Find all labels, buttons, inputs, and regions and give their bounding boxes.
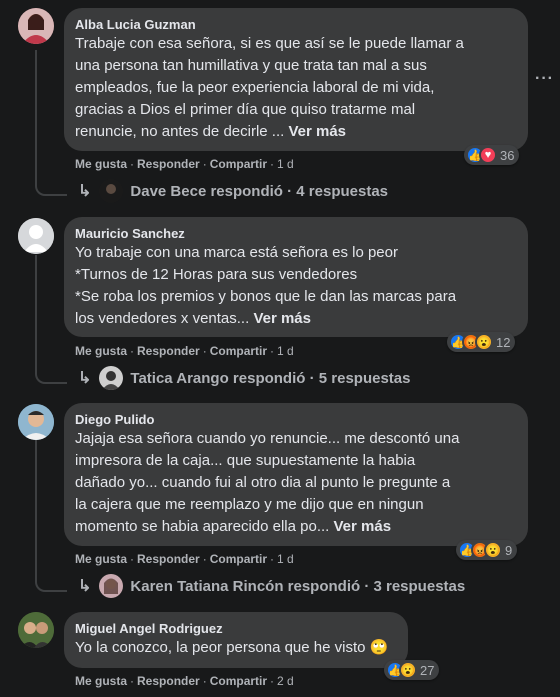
reply-button[interactable]: Responder xyxy=(137,344,200,358)
timestamp[interactable]: 1 d xyxy=(277,552,294,566)
reactions-summary[interactable]: 👍 😡 😮 9 xyxy=(456,540,518,560)
see-more-link[interactable]: Ver más xyxy=(288,123,346,140)
avatar-photo xyxy=(18,612,54,648)
like-button[interactable]: Me gusta xyxy=(75,674,127,688)
avatar-photo xyxy=(18,404,54,440)
comment-text: Yo trabaje con una marca está señora es … xyxy=(75,244,457,327)
reaction-count: 12 xyxy=(496,334,511,350)
reaction-count: 9 xyxy=(505,542,513,558)
comment-text: Trabaje con esa señora, si es que así se… xyxy=(75,35,464,140)
thread-connector xyxy=(35,158,67,196)
like-button[interactable]: Me gusta xyxy=(75,157,127,171)
comment-author[interactable]: Miguel Angel Rodriguez xyxy=(75,620,396,637)
reply-arrow-icon: ↳ xyxy=(78,578,92,595)
thread-line xyxy=(35,440,37,564)
timestamp[interactable]: 2 d xyxy=(277,674,294,688)
timestamp[interactable]: 1 d xyxy=(277,344,294,358)
reply-avatar xyxy=(99,574,124,598)
comment-bubble: Alba Lucia Guzman Trabaje con esa señora… xyxy=(64,8,528,151)
reactions-summary[interactable]: 👍 😡 😮 12 xyxy=(447,332,516,352)
see-more-link[interactable]: Ver más xyxy=(253,310,311,327)
replies-text: Tatica Arango respondió · 5 respuestas xyxy=(130,369,411,387)
reply-avatar xyxy=(99,366,124,390)
thread-connector xyxy=(35,554,67,592)
reply-arrow-icon: ↳ xyxy=(78,370,92,387)
wow-icon: 😮 xyxy=(399,661,417,679)
comment-author[interactable]: Alba Lucia Guzman xyxy=(75,16,516,33)
share-button[interactable]: Compartir xyxy=(210,344,267,358)
replies-text: Dave Bece respondió · 4 respuestas xyxy=(130,182,389,200)
wow-icon: 😮 xyxy=(484,541,502,559)
timestamp[interactable]: 1 d xyxy=(277,157,294,171)
thread-connector xyxy=(35,346,67,384)
comment-text: Yo la conozco, la peor persona que he vi… xyxy=(75,639,389,656)
reply-avatar xyxy=(99,179,124,203)
share-button[interactable]: Compartir xyxy=(210,157,267,171)
wow-icon: 😮 xyxy=(475,333,493,351)
more-options-icon[interactable]: ··· xyxy=(535,70,554,88)
like-button[interactable]: Me gusta xyxy=(75,552,127,566)
comment-actions: Me gusta · Responder · Compartir · 1 d xyxy=(75,157,294,171)
comment-author[interactable]: Mauricio Sanchez xyxy=(75,225,516,242)
avatar[interactable] xyxy=(18,8,54,44)
comment-actions: Me gusta · Responder · Compartir · 1 d xyxy=(75,552,294,566)
reaction-count: 27 xyxy=(420,662,435,678)
reply-button[interactable]: Responder xyxy=(137,157,200,171)
reactions-summary[interactable]: 👍 😮 27 xyxy=(384,660,440,680)
thread-line xyxy=(35,255,37,355)
share-button[interactable]: Compartir xyxy=(210,552,267,566)
view-replies[interactable]: ↳ Karen Tatiana Rincón respondió · 3 res… xyxy=(78,574,465,598)
comment-text: Jajaja esa señora cuando yo renuncie... … xyxy=(75,430,460,535)
comment-bubble: Mauricio Sanchez Yo trabaje con una marc… xyxy=(64,217,528,337)
reaction-count: 36 xyxy=(500,147,515,163)
reply-button[interactable]: Responder xyxy=(137,552,200,566)
comment-actions: Me gusta · Responder · Compartir · 2 d xyxy=(75,674,294,688)
thread-line xyxy=(35,50,37,168)
reactions-summary[interactable]: 👍 ♥ 36 xyxy=(464,145,520,165)
see-more-link[interactable]: Ver más xyxy=(334,518,392,535)
comment-bubble: Miguel Angel Rodriguez Yo la conozco, la… xyxy=(64,612,408,668)
comment-actions: Me gusta · Responder · Compartir · 1 d xyxy=(75,344,294,358)
avatar[interactable] xyxy=(18,612,54,648)
view-replies[interactable]: ↳ Dave Bece respondió · 4 respuestas xyxy=(78,179,388,203)
default-avatar-icon xyxy=(18,218,54,254)
avatar[interactable] xyxy=(18,404,54,440)
comment-bubble: Diego Pulido Jajaja esa señora cuando yo… xyxy=(64,403,528,546)
reply-button[interactable]: Responder xyxy=(137,674,200,688)
like-button[interactable]: Me gusta xyxy=(75,344,127,358)
reply-arrow-icon: ↳ xyxy=(78,183,92,200)
comment-author[interactable]: Diego Pulido xyxy=(75,411,516,428)
share-button[interactable]: Compartir xyxy=(210,674,267,688)
avatar[interactable] xyxy=(18,218,54,254)
love-icon: ♥ xyxy=(479,146,497,164)
avatar-photo xyxy=(18,8,54,44)
view-replies[interactable]: ↳ Tatica Arango respondió · 5 respuestas xyxy=(78,366,410,390)
replies-text: Karen Tatiana Rincón respondió · 3 respu… xyxy=(130,577,466,595)
